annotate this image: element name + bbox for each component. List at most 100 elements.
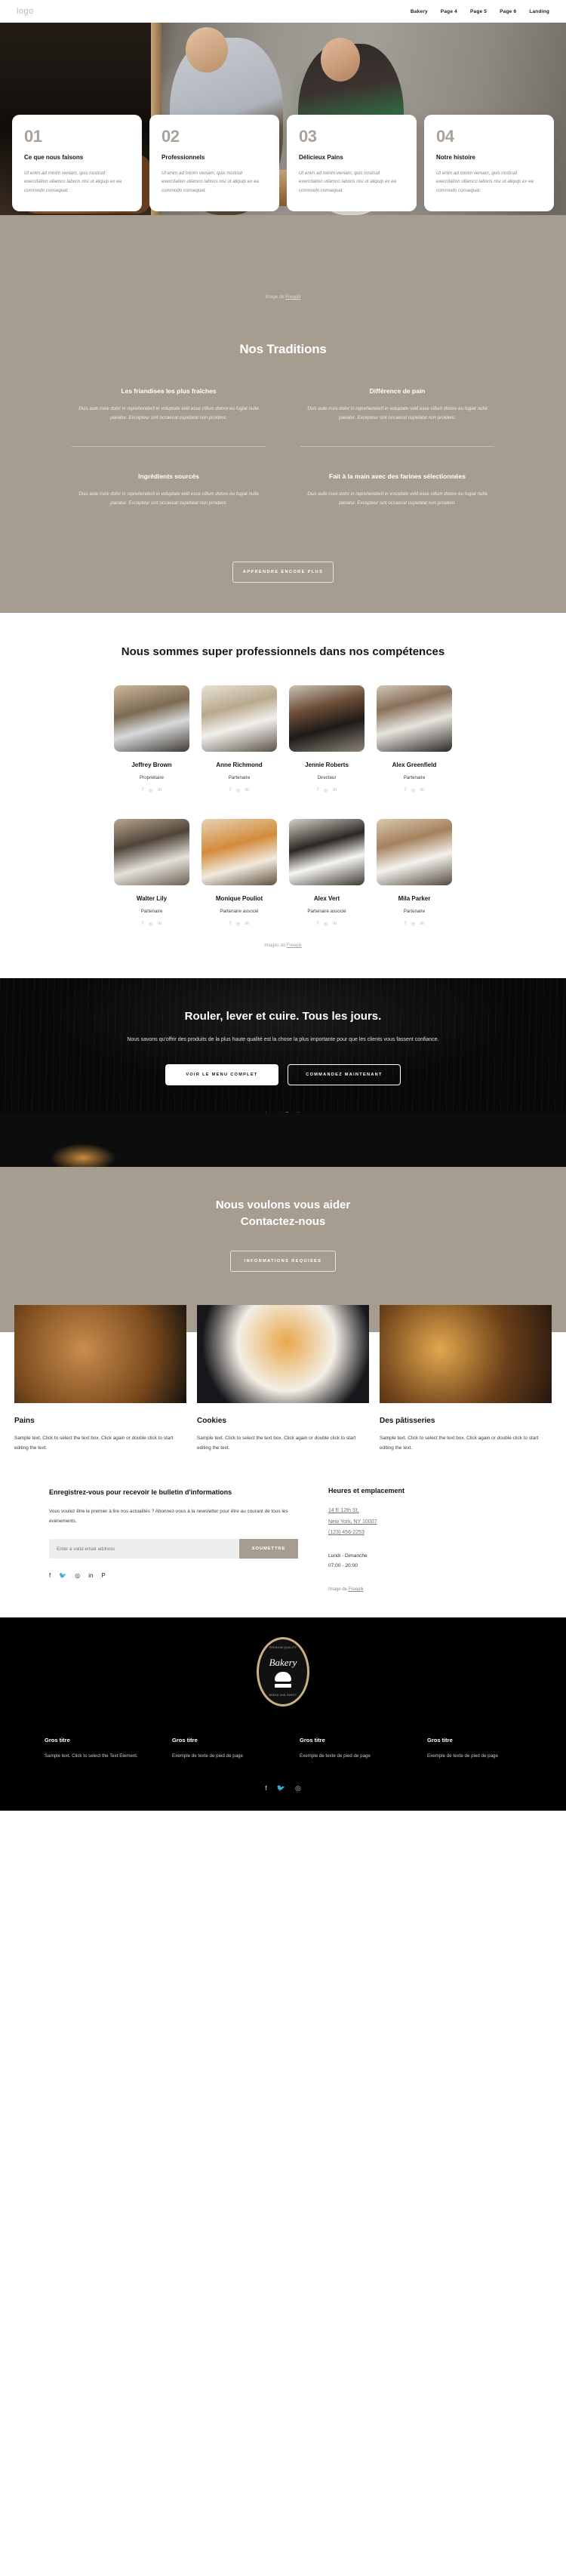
linkedin-icon[interactable]: in xyxy=(88,1572,93,1579)
address-line-1[interactable]: 14 E 12th St, xyxy=(328,1506,517,1517)
contact-title: Nous voulons vous aider Contactez-nous xyxy=(0,1197,566,1230)
member-name: Walter Lily xyxy=(136,894,168,902)
info-card-number: 03 xyxy=(299,127,317,146)
linkedin-icon[interactable]: in xyxy=(158,922,161,927)
team-member[interactable]: Mila Parker Partenaire f ◎ in xyxy=(377,818,452,927)
email-input[interactable] xyxy=(49,1539,239,1559)
hero-baker-man-head xyxy=(186,27,228,72)
footer-column-4: Gros titre Exemple de texte de pied de p… xyxy=(427,1737,521,1761)
freepik-link[interactable]: Freepik xyxy=(285,295,300,300)
facebook-icon[interactable]: f xyxy=(229,788,231,793)
member-role: Partenaire associé xyxy=(307,908,346,914)
bakery-badge-logo[interactable]: PREMIUM QUALITY Bakery BREAD AND SWEET xyxy=(257,1637,309,1707)
tradition-item-1: Les friandises les plus fraîches Duis au… xyxy=(72,387,266,447)
tradition-title: Différence de pain xyxy=(369,387,426,395)
product-text: Sample text. Click to select the text bo… xyxy=(14,1436,174,1451)
info-card-title: Notre histoire xyxy=(436,154,476,161)
instagram-icon[interactable]: ◎ xyxy=(236,788,240,793)
pinterest-icon[interactable]: P xyxy=(101,1572,105,1579)
linkedin-icon[interactable]: in xyxy=(158,788,161,793)
twitter-icon[interactable]: 🐦 xyxy=(277,1784,285,1793)
site-logo[interactable]: logo xyxy=(17,7,34,16)
newsletter-hours-row: Enregistrez-vous pour recevoir le bullet… xyxy=(0,1454,566,1592)
phone-link[interactable]: (123) 456-2253 xyxy=(328,1528,517,1539)
info-card-01[interactable]: 01 Ce que nous faisons Ut enim ad minim … xyxy=(12,115,142,212)
facebook-icon[interactable]: f xyxy=(317,788,318,793)
newsletter-title: Enregistrez-vous pour recevoir le bullet… xyxy=(49,1488,232,1496)
traditions-grid: Les friandises les plus fraîches Duis au… xyxy=(57,387,509,531)
instagram-icon[interactable]: ◎ xyxy=(149,788,152,793)
facebook-icon[interactable]: f xyxy=(49,1572,51,1579)
tradition-desc: Duis aute irure dolor in reprehenderit i… xyxy=(78,491,259,506)
facebook-icon[interactable]: f xyxy=(265,1784,267,1793)
view-menu-button[interactable]: VOIR LE MENU COMPLET xyxy=(165,1063,278,1085)
team-member[interactable]: Jennie Roberts Directeur f ◎ in xyxy=(289,685,365,793)
nav-item-page5[interactable]: Page 5 xyxy=(470,9,487,14)
instagram-icon[interactable]: ◎ xyxy=(75,1572,80,1579)
product-image xyxy=(14,1305,186,1404)
linkedin-icon[interactable]: in xyxy=(245,922,249,927)
instagram-icon[interactable]: ◎ xyxy=(324,922,328,927)
facebook-icon[interactable]: f xyxy=(142,922,143,927)
site-footer: PREMIUM QUALITY Bakery BREAD AND SWEET G… xyxy=(0,1617,566,1811)
info-card-03[interactable]: 03 Délicieux Pains Ut enim ad minim veni… xyxy=(287,115,417,212)
facebook-icon[interactable]: f xyxy=(405,788,406,793)
linkedin-icon[interactable]: in xyxy=(333,922,337,927)
order-now-button[interactable]: COMMANDEZ MAINTENANT xyxy=(288,1063,401,1085)
nav-item-bakery[interactable]: Bakery xyxy=(411,9,428,14)
facebook-icon[interactable]: f xyxy=(405,922,406,927)
submit-button[interactable]: SOUMETTRE xyxy=(239,1539,298,1559)
page-root: logo Bakery Page 4 Page 5 Page 6 Landing… xyxy=(0,0,566,1811)
product-text: Sample text. Click to select the text bo… xyxy=(380,1436,539,1451)
team-member[interactable]: Walter Lily Partenaire f ◎ in xyxy=(114,818,189,927)
instagram-icon[interactable]: ◎ xyxy=(324,788,328,793)
team-member[interactable]: Alex Greenfield Partenaire f ◎ in xyxy=(377,685,452,793)
twitter-icon[interactable]: 🐦 xyxy=(59,1572,66,1579)
avatar xyxy=(201,685,277,752)
nav-item-page4[interactable]: Page 4 xyxy=(441,9,457,14)
linkedin-icon[interactable]: in xyxy=(245,788,249,793)
credit-prefix: Image de xyxy=(265,295,286,300)
team-member[interactable]: Anne Richmond Partenaire f ◎ in xyxy=(201,685,277,793)
product-card-pains[interactable]: Pains Sample text. Click to select the t… xyxy=(14,1305,186,1454)
instagram-icon[interactable]: ◎ xyxy=(411,788,415,793)
product-card-patisseries[interactable]: Des pâtisseries Sample text. Click to se… xyxy=(380,1305,552,1454)
learn-more-button[interactable]: APPRENDRE ENCORE PLUS xyxy=(232,561,334,583)
member-role: Partenaire xyxy=(228,774,251,780)
facebook-icon[interactable]: f xyxy=(317,922,318,927)
instagram-icon[interactable]: ◎ xyxy=(236,922,240,927)
footer-column-text: Exemple de texte de pied de page xyxy=(427,1753,498,1759)
linkedin-icon[interactable]: in xyxy=(420,922,424,927)
products-row: Pains Sample text. Click to select the t… xyxy=(0,1305,566,1454)
product-title: Des pâtisseries xyxy=(380,1417,435,1426)
avatar xyxy=(289,818,365,885)
member-role: Directeur xyxy=(317,774,337,780)
instagram-icon[interactable]: ◎ xyxy=(411,922,415,927)
image-credit-team: Images de Freepik xyxy=(0,927,566,956)
linkedin-icon[interactable]: in xyxy=(420,788,424,793)
nav-item-landing[interactable]: Landing xyxy=(529,9,549,14)
tradition-title: Fait à la main avec des farines sélectio… xyxy=(329,472,466,480)
avatar xyxy=(114,685,189,752)
team-member[interactable]: Monique Pouliot Partenaire associé f ◎ i… xyxy=(201,818,277,927)
traditions-section: Image de Freepik Nos Traditions Les fria… xyxy=(0,215,566,613)
address-line-2[interactable]: New York, NY 10007 xyxy=(328,1517,517,1528)
team-member[interactable]: Jeffrey Brown Propriétaire f ◎ in xyxy=(114,685,189,793)
freepik-link[interactable]: Freepik xyxy=(287,943,302,948)
nav-item-page6[interactable]: Page 6 xyxy=(500,9,516,14)
info-card-02[interactable]: 02 Professionnels Ut enim ad minim venia… xyxy=(149,115,279,212)
member-role: Propriétaire xyxy=(140,774,164,780)
facebook-icon[interactable]: f xyxy=(142,788,143,793)
instagram-icon[interactable]: ◎ xyxy=(149,922,152,927)
request-info-button[interactable]: INFORMATIONS REQUISES xyxy=(230,1251,336,1273)
instagram-icon[interactable]: ◎ xyxy=(295,1784,301,1793)
product-card-cookies[interactable]: Cookies Sample text. Click to select the… xyxy=(197,1305,369,1454)
newsletter-form: SOUMETTRE xyxy=(49,1539,298,1559)
tradition-title: Les friandises les plus fraîches xyxy=(121,387,217,395)
facebook-icon[interactable]: f xyxy=(229,922,231,927)
products-section: Pains Sample text. Click to select the t… xyxy=(0,1305,566,1593)
info-card-04[interactable]: 04 Notre histoire Ut enim ad minim venia… xyxy=(424,115,554,212)
freepik-link[interactable]: Freepik xyxy=(349,1587,364,1592)
linkedin-icon[interactable]: in xyxy=(333,788,337,793)
team-member[interactable]: Alex Vert Partenaire associé f ◎ in xyxy=(289,818,365,927)
